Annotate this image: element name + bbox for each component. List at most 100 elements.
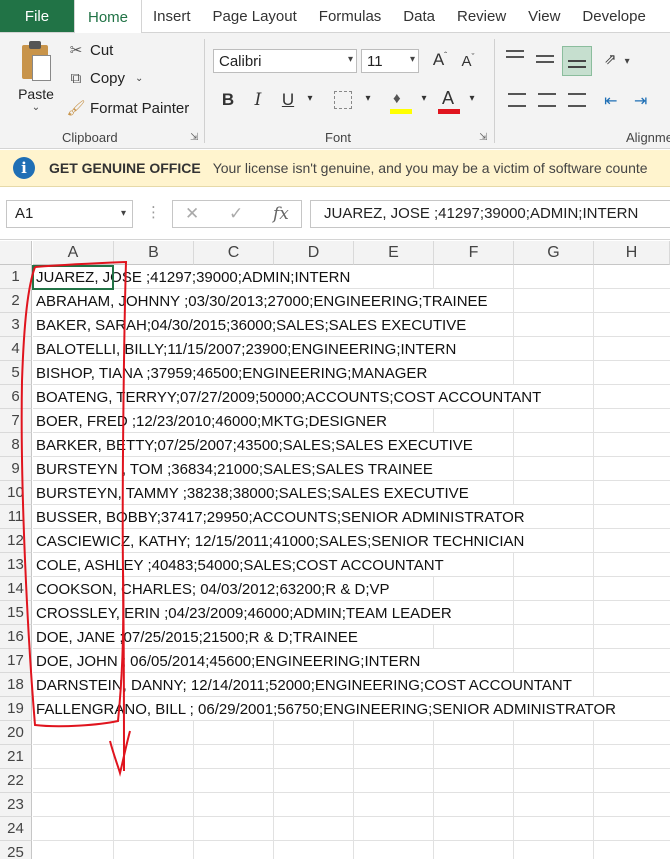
row-header[interactable]: 18 <box>0 673 32 697</box>
cell-a19[interactable]: FALLENGRANO, BILL ; 06/29/2001;56750;ENG… <box>36 697 616 721</box>
chevron-down-icon[interactable]: ▾ <box>460 93 484 104</box>
format-painter-button[interactable]: 🖌 Format Painter <box>66 99 189 118</box>
align-top-icon[interactable] <box>506 50 528 70</box>
row-header[interactable]: 4 <box>0 337 32 361</box>
more-options-icon[interactable]: ⋮ <box>146 203 161 221</box>
tab-file[interactable]: File <box>0 0 74 32</box>
row-header[interactable]: 2 <box>0 289 32 313</box>
font-color-button[interactable]: A <box>438 88 460 116</box>
row-header[interactable]: 20 <box>0 721 32 745</box>
column-header-c[interactable]: C <box>194 241 274 265</box>
column-header-b[interactable]: B <box>114 241 194 265</box>
cell-a10[interactable]: BURSTEYN, TAMMY ;38238;38000;SALES;SALES… <box>36 481 469 505</box>
spreadsheet-grid[interactable]: A B C D E F G H 1 JUAREZ, JOSE ;41297;39000;ADMIN… <box>0 241 670 859</box>
align-bottom-button[interactable] <box>562 46 592 76</box>
row-header[interactable]: 12 <box>0 529 32 553</box>
underline-button[interactable]: U <box>276 90 300 110</box>
row-header[interactable]: 13 <box>0 553 32 577</box>
decrease-indent-icon[interactable]: ⇤ <box>604 91 617 111</box>
row-header[interactable]: 6 <box>0 385 32 409</box>
shrink-font-button[interactable]: Aˇ <box>456 52 480 70</box>
tab-data[interactable]: Data <box>392 0 446 32</box>
row-header[interactable]: 9 <box>0 457 32 481</box>
align-left-icon[interactable] <box>508 93 526 107</box>
row-header[interactable]: 14 <box>0 577 32 601</box>
select-all-corner[interactable] <box>0 241 32 265</box>
bold-button[interactable]: B <box>216 90 240 110</box>
dialog-launcher-icon[interactable]: ⇲ <box>479 132 487 143</box>
row-header[interactable]: 17 <box>0 649 32 673</box>
name-box[interactable]: A1 ▾ <box>6 200 133 228</box>
cell-a6[interactable]: BOATENG, TERRYY;07/27/2009;50000;ACCOUNT… <box>36 385 541 409</box>
chevron-down-icon[interactable]: ▾ <box>356 93 380 104</box>
column-header-a[interactable]: A <box>33 241 114 265</box>
align-right-icon[interactable] <box>568 93 586 107</box>
font-size-dropdown[interactable]: 11 ▾ <box>361 49 419 73</box>
cell-a12[interactable]: CASCIEWICZ, KATHY; 12/15/2011;41000;SALE… <box>36 529 524 553</box>
row-header[interactable]: 23 <box>0 793 32 817</box>
align-middle-icon[interactable] <box>536 55 558 75</box>
copy-button[interactable]: ⧉ Copy ⌄ <box>66 70 144 87</box>
row-header[interactable]: 21 <box>0 745 32 769</box>
borders-icon[interactable] <box>334 91 352 109</box>
increase-indent-icon[interactable]: ⇥ <box>634 91 647 111</box>
row-header[interactable]: 11 <box>0 505 32 529</box>
row-header[interactable]: 8 <box>0 433 32 457</box>
row-header[interactable]: 5 <box>0 361 32 385</box>
cell-a5[interactable]: BISHOP, TIANA ;37959;46500;ENGINEERING;M… <box>36 361 427 385</box>
cell-a11[interactable]: BUSSER, BOBBY;37417;29950;ACCOUNTS;SENIO… <box>36 505 525 529</box>
column-header-e[interactable]: E <box>354 241 434 265</box>
cell-a7[interactable]: BOER, FRED ;12/23/2010;46000;MKTG;DESIGN… <box>36 409 387 433</box>
grow-font-button[interactable]: Aˆ <box>428 50 452 70</box>
insert-function-button[interactable]: fx <box>273 204 289 224</box>
fill-color-button[interactable]: ♦ <box>390 90 412 116</box>
column-header-h[interactable]: H <box>594 241 670 265</box>
tab-page-layout[interactable]: Page Layout <box>202 0 308 32</box>
tab-home[interactable]: Home <box>74 0 143 34</box>
chevron-down-icon[interactable]: ▾ <box>412 93 436 104</box>
orientation-icon[interactable]: ⇗ ▾ <box>604 50 630 68</box>
cell-a2[interactable]: ABRAHAM, JOHNNY ;03/30/2013;27000;ENGINE… <box>36 289 488 313</box>
formula-input[interactable]: JUAREZ, JOSE ;41297;39000;ADMIN;INTERN <box>310 200 670 228</box>
row-header[interactable]: 10 <box>0 481 32 505</box>
chevron-down-icon[interactable]: ▾ <box>121 208 126 219</box>
tab-view[interactable]: View <box>517 0 571 32</box>
italic-button[interactable]: I <box>246 90 270 110</box>
cell-a3[interactable]: BAKER, SARAH;04/30/2015;36000;SALES;SALE… <box>36 313 466 337</box>
cell-a4[interactable]: BALOTELLI, BILLY;11/15/2007;23900;ENGINE… <box>36 337 456 361</box>
chevron-down-icon[interactable]: ⌄ <box>135 73 143 84</box>
dialog-launcher-icon[interactable]: ⇲ <box>190 132 198 143</box>
cell-a15[interactable]: CROSSLEY, ERIN ;04/23/2009;46000;ADMIN;T… <box>36 601 452 625</box>
row-header[interactable]: 16 <box>0 625 32 649</box>
chevron-down-icon[interactable]: ▾ <box>298 93 322 104</box>
row-header[interactable]: 22 <box>0 769 32 793</box>
column-header-d[interactable]: D <box>274 241 354 265</box>
align-center-icon[interactable] <box>538 93 556 107</box>
enter-icon[interactable]: ✓ <box>229 204 243 224</box>
cell-a9[interactable]: BURSTEYN , TOM ;36834;21000;SALES;SALES … <box>36 457 433 481</box>
cell-a13[interactable]: COLE, ASHLEY ;40483;54000;SALES;COST ACC… <box>36 553 444 577</box>
row-header[interactable]: 19 <box>0 697 32 721</box>
tab-developer[interactable]: Develope <box>571 0 656 32</box>
cell-a18[interactable]: DARNSTEIN, DANNY; 12/14/2011;52000;ENGIN… <box>36 673 572 697</box>
row-header[interactable]: 15 <box>0 601 32 625</box>
chevron-down-icon[interactable]: ⌄ <box>12 102 60 113</box>
cell-a14[interactable]: COOKSON, CHARLES; 04/03/2012;63200;R & D… <box>36 577 390 601</box>
tab-formulas[interactable]: Formulas <box>308 0 393 32</box>
tab-review[interactable]: Review <box>446 0 517 32</box>
paste-button[interactable]: Paste ⌄ <box>12 41 60 113</box>
tab-insert[interactable]: Insert <box>142 0 202 32</box>
cell-a8[interactable]: BARKER, BETTY;07/25/2007;43500;SALES;SAL… <box>36 433 473 457</box>
row-header[interactable]: 1 <box>0 265 32 289</box>
row-header[interactable]: 7 <box>0 409 32 433</box>
row-header[interactable]: 3 <box>0 313 32 337</box>
cell-a16[interactable]: DOE, JANE ;07/25/2015;21500;R & D;TRAINE… <box>36 625 358 649</box>
cell-a17[interactable]: DOE, JOHN ; 06/05/2014;45600;ENGINEERING… <box>36 649 420 673</box>
column-header-g[interactable]: G <box>514 241 594 265</box>
font-name-dropdown[interactable]: Calibri ▾ <box>213 49 357 73</box>
cancel-icon[interactable]: ✕ <box>185 204 199 224</box>
cut-button[interactable]: ✂ Cut <box>66 41 114 60</box>
row-header[interactable]: 25 <box>0 841 32 859</box>
column-header-f[interactable]: F <box>434 241 514 265</box>
row-header[interactable]: 24 <box>0 817 32 841</box>
